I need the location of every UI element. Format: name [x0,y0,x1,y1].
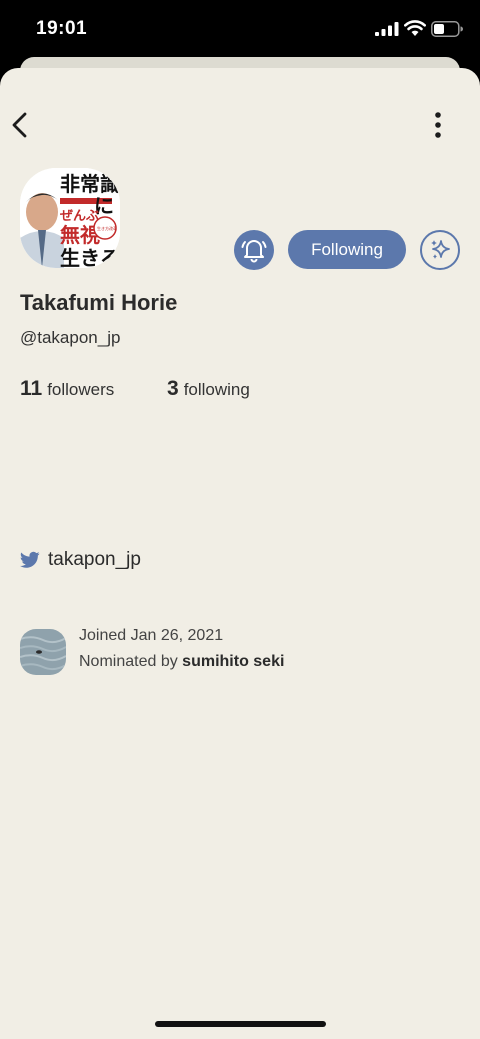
profile-avatar[interactable]: 非常識 に ぜんぶ 無視 生き方改革 生きろ [20,168,120,268]
following-button[interactable]: Following [288,230,406,269]
status-bar: 19:01 [0,0,480,62]
profile-name: Takafumi Horie [20,290,178,315]
status-time: 19:01 [36,18,88,39]
following-label: following [183,380,250,399]
twitter-icon [20,551,40,568]
wifi-icon [404,20,426,36]
twitter-link[interactable]: takapon_jp [20,549,141,571]
joined-date: Joined Jan 26, 2021 [79,627,224,644]
nominated-by: Nominated by sumihito seki [79,653,284,671]
nominated-prefix: Nominated by [79,653,178,670]
cellular-signal-icon [375,22,399,36]
nominator-name[interactable]: sumihito seki [182,653,284,670]
twitter-handle: takapon_jp [48,549,141,570]
home-indicator [155,1021,326,1027]
sparkles-button[interactable] [420,230,460,270]
more-vertical-icon[interactable] [427,110,449,140]
avatar-text-line3: ぜんぶ [60,209,99,224]
followers-count: 11 [20,377,43,400]
following-stat[interactable]: 3 following [167,377,250,401]
following-count: 3 [167,377,179,400]
battery-icon [431,21,463,37]
nominator-avatar[interactable] [20,629,66,675]
sparkles-icon [431,240,450,259]
bell-icon [241,240,267,263]
back-arrow-icon[interactable] [8,110,34,140]
avatar-badge-text: 生き方改革 [97,225,117,231]
followers-stat[interactable]: 11 followers [20,377,114,401]
profile-handle: @takapon_jp [20,328,121,347]
followers-label: followers [47,380,115,399]
notification-bell-button[interactable] [234,230,274,270]
